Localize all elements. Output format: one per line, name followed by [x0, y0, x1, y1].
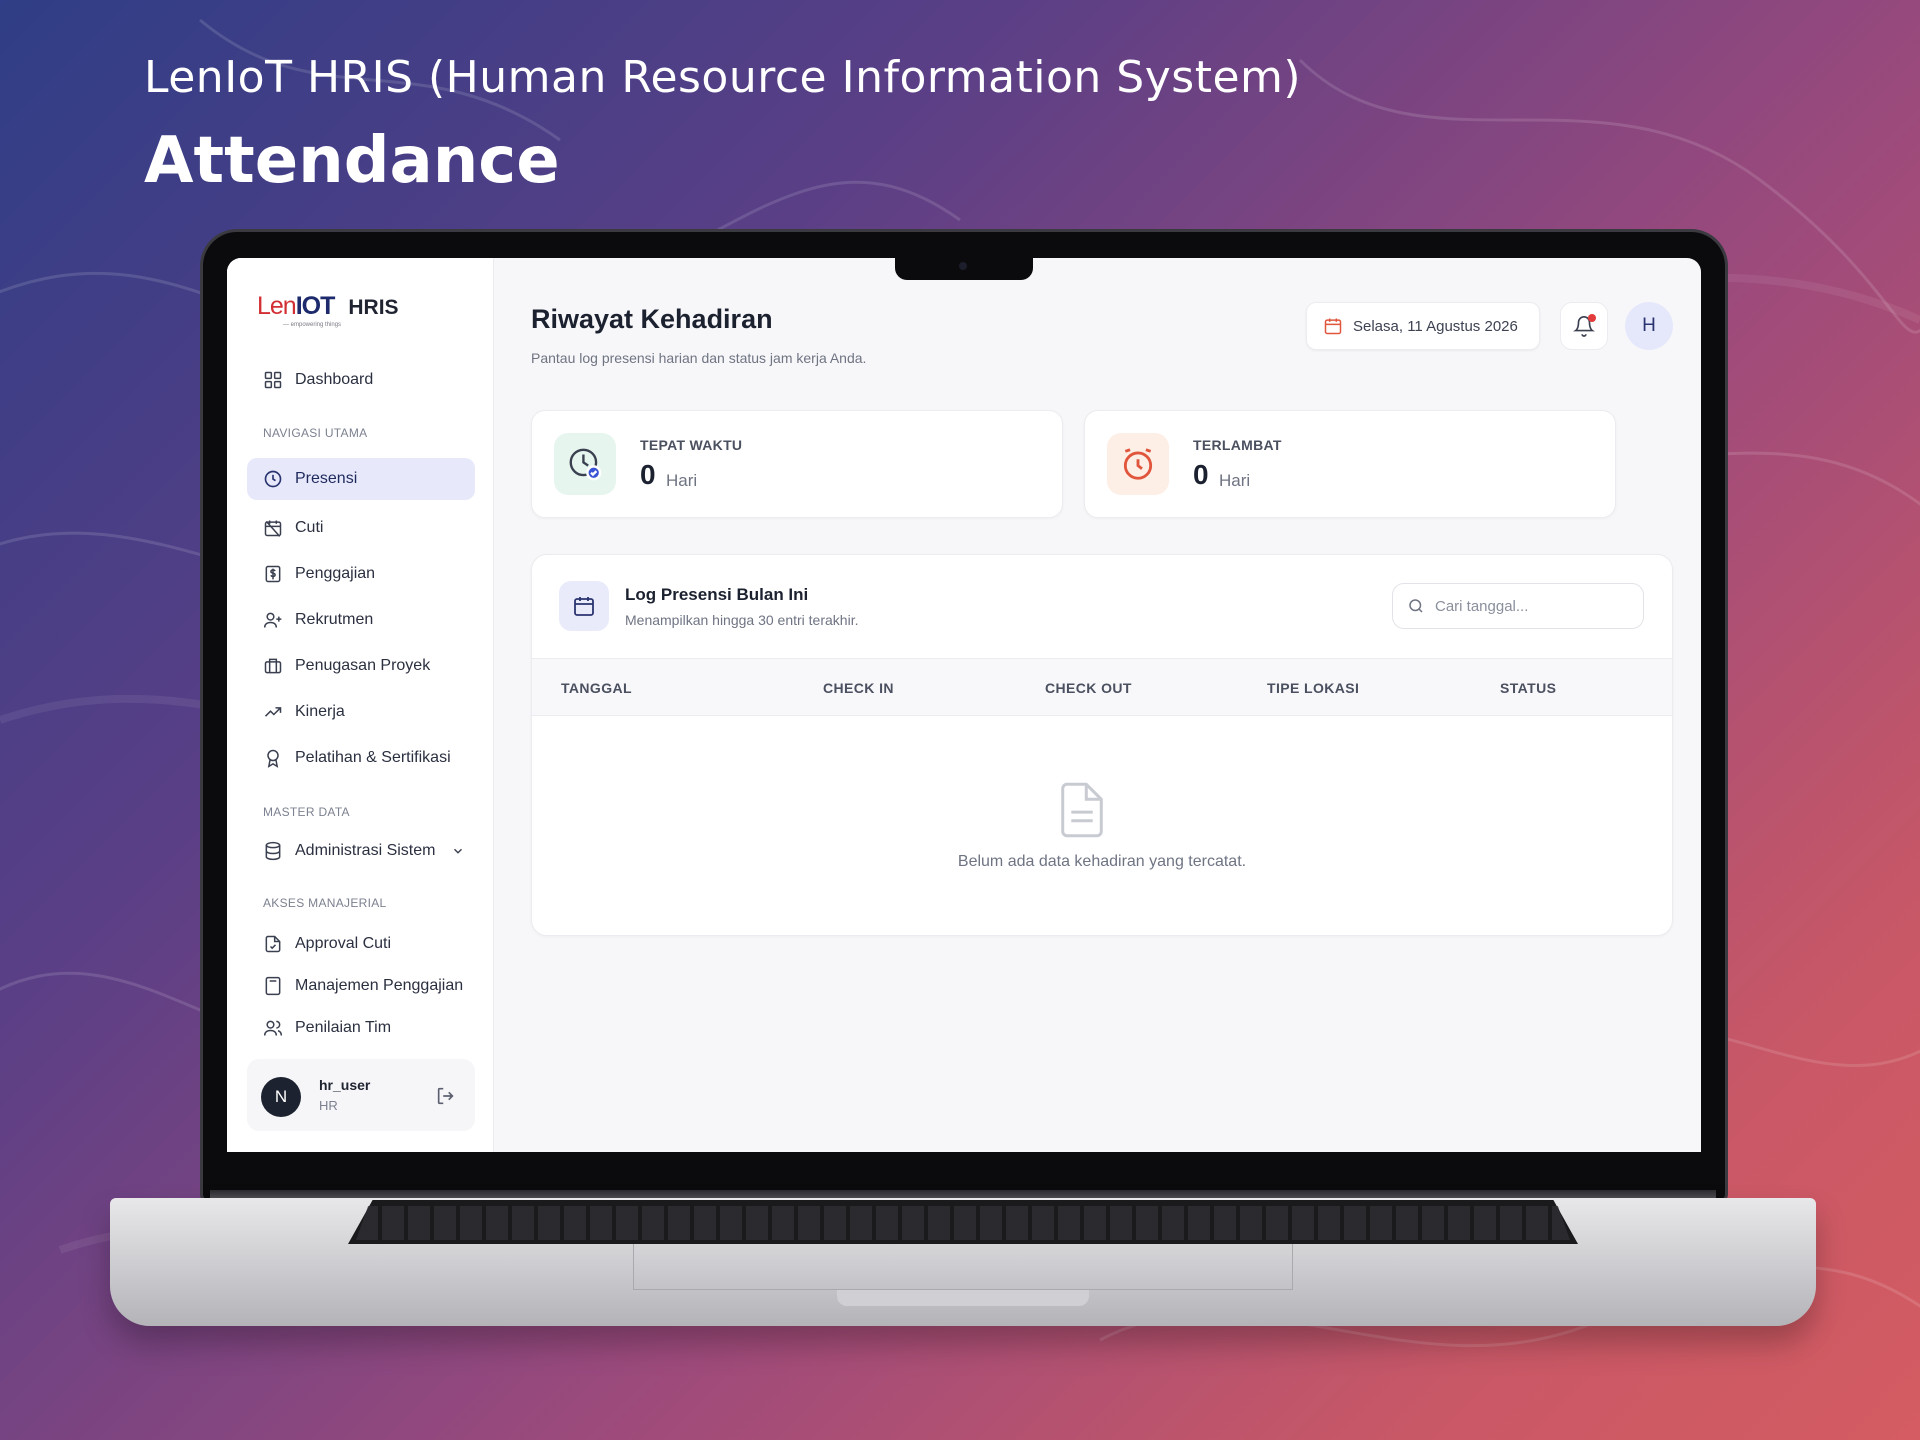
sidebar-item-label: Pelatihan & Sertifikasi	[295, 749, 451, 766]
sidebar-item-label: Kinerja	[295, 703, 345, 720]
stat-icon-bg	[554, 433, 616, 495]
sidebar-item-label: Administrasi Sistem	[295, 842, 436, 859]
sidebar-item-label: Cuti	[295, 519, 324, 536]
stat-label: TEPAT WAKTU	[640, 437, 743, 453]
sidebar-item-presensi[interactable]: Presensi	[247, 458, 475, 500]
sidebar-item-penggajian[interactable]: Penggajian	[247, 553, 475, 595]
stat-unit: Hari	[1219, 471, 1251, 490]
hero-title: Attendance	[144, 124, 560, 198]
sidebar-item-label: Dashboard	[295, 371, 374, 388]
calendar-off-icon	[264, 520, 282, 537]
calendar-icon	[574, 597, 594, 616]
column-header-check-in[interactable]: CHECK IN	[823, 680, 894, 696]
stat-icon-bg	[1107, 433, 1169, 495]
logo-tagline: — empowering things	[283, 322, 342, 328]
sidebar-item-label: Manajemen Penggajian	[295, 977, 464, 994]
database-icon	[265, 841, 281, 861]
user-profile-card[interactable]: N hr_user HR	[247, 1059, 475, 1131]
sidebar-item-penugasan-proyek[interactable]: Penugasan Proyek	[247, 645, 475, 687]
section-title-master-data: MASTER DATA	[263, 805, 350, 819]
date-display[interactable]: Selasa, 11 Agustus 2026	[1306, 302, 1540, 350]
laptop-lip	[837, 1290, 1089, 1306]
sidebar-item-kinerja[interactable]: Kinerja	[247, 691, 475, 733]
calendar-icon	[1324, 318, 1342, 335]
stat-value: 0	[1193, 459, 1209, 490]
log-subtitle: Menampilkan hingga 30 entri terakhir.	[625, 612, 859, 628]
clock-check-icon	[569, 448, 602, 481]
column-header-check-out[interactable]: CHECK OUT	[1045, 680, 1132, 696]
logo-wordmark: LenIOT	[257, 292, 335, 320]
page-title: Riwayat Kehadiran	[531, 304, 773, 334]
grid-icon	[264, 371, 282, 389]
stat-value: 0	[640, 459, 656, 490]
column-header-tipe-lokasi[interactable]: TIPE LOKASI	[1267, 680, 1359, 696]
sidebar-item-label: Presensi	[295, 470, 358, 487]
log-icon-bg	[559, 581, 609, 631]
dollar-receipt-icon	[265, 565, 281, 583]
users-icon	[263, 1020, 283, 1036]
sidebar: LenIOT HRIS — empowering things Dashboar…	[227, 258, 494, 1152]
search-icon	[1409, 599, 1423, 613]
notification-button[interactable]	[1560, 302, 1608, 350]
app-screen: LenIOT HRIS — empowering things Dashboar…	[227, 258, 1701, 1152]
sidebar-item-label: Approval Cuti	[295, 935, 392, 952]
date-text: Selasa, 11 Agustus 2026	[1353, 317, 1518, 335]
logout-icon[interactable]	[435, 1085, 457, 1107]
attendance-log-card: Log Presensi Bulan Ini Menampilkan hingg…	[531, 554, 1673, 936]
calculator-icon	[265, 976, 281, 996]
column-header-tanggal[interactable]: TANGGAL	[561, 680, 632, 696]
stat-card-terlambat: TERLAMBAT 0 Hari	[1084, 410, 1616, 518]
date-search[interactable]	[1392, 583, 1644, 629]
user-name: hr_user	[319, 1077, 371, 1093]
stat-label: TERLAMBAT	[1193, 437, 1282, 453]
camera-notch	[895, 256, 1033, 280]
avatar: N	[261, 1077, 301, 1117]
stat-card-tepat-waktu: TEPAT WAKTU 0 Hari	[531, 410, 1063, 518]
sidebar-item-label: Rekrutmen	[295, 611, 374, 628]
laptop-trackpad	[633, 1244, 1293, 1290]
empty-state-text: Belum ada data kehadiran yang tercatat.	[957, 853, 1247, 870]
sidebar-item-label: Penilaian Tim	[295, 1019, 392, 1036]
sidebar-item-rekrutmen[interactable]: Rekrutmen	[247, 599, 475, 641]
column-header-status[interactable]: STATUS	[1500, 680, 1556, 696]
logo-product: HRIS	[348, 296, 399, 319]
page-subtitle: Pantau log presensi harian dan status ja…	[531, 350, 867, 366]
sidebar-item-manajemen-penggajian[interactable]: Manajemen Penggajian	[247, 965, 475, 1007]
section-title-akses-manajerial: AKSES MANAJERIAL	[263, 896, 387, 910]
sidebar-item-approval-cuti[interactable]: Approval Cuti	[247, 923, 475, 965]
stat-unit: Hari	[666, 471, 698, 490]
alarm-clock-icon	[1123, 448, 1153, 480]
file-check-icon	[265, 935, 281, 953]
table-header: TANGGAL CHECK IN CHECK OUT TIPE LOKASI S…	[532, 658, 1672, 716]
sidebar-item-label: Penggajian	[295, 565, 376, 582]
log-title: Log Presensi Bulan Ini	[625, 585, 809, 604]
user-role: HR	[319, 1098, 338, 1113]
app-logo[interactable]: LenIOT HRIS	[257, 292, 399, 321]
camera-icon	[959, 262, 967, 270]
chevron-down-icon[interactable]	[451, 844, 465, 858]
section-title-navigasi-utama: NAVIGASI UTAMA	[263, 426, 368, 440]
empty-document-icon	[1061, 782, 1103, 838]
trending-up-icon	[264, 707, 282, 717]
user-plus-icon	[263, 612, 282, 628]
briefcase-icon	[264, 658, 282, 674]
notification-dot	[1588, 314, 1596, 322]
laptop-keys	[356, 1206, 1570, 1240]
sidebar-item-cuti[interactable]: Cuti	[247, 507, 475, 549]
clock-icon	[264, 470, 282, 488]
sidebar-item-penilaian-tim[interactable]: Penilaian Tim	[247, 1007, 475, 1049]
award-icon	[267, 749, 279, 768]
header-avatar[interactable]: H	[1625, 302, 1673, 350]
sidebar-item-label: Penugasan Proyek	[295, 657, 431, 674]
sidebar-item-administrasi-sistem[interactable]: Administrasi Sistem	[247, 830, 475, 872]
sidebar-item-pelatihan-sertifikasi[interactable]: Pelatihan & Sertifikasi	[247, 737, 475, 779]
sidebar-item-dashboard[interactable]: Dashboard	[247, 359, 475, 401]
hero-subtitle: LenIoT HRIS (Human Resource Information …	[144, 52, 1302, 103]
search-input[interactable]	[1435, 597, 1615, 615]
